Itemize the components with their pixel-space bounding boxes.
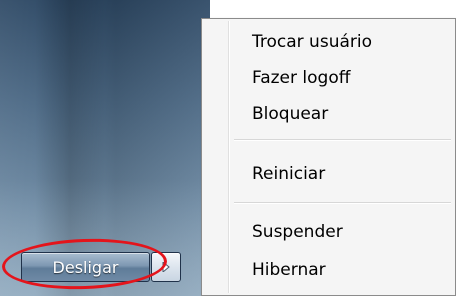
menu-item-log-off[interactable]: Fazer logoff: [230, 61, 451, 95]
shutdown-context-menu: Trocar usuário Fazer logoff Bloquear Rei…: [201, 18, 456, 296]
menu-item-label: Bloquear: [252, 104, 329, 124]
menu-separator: [234, 202, 451, 204]
menu-item-label: Trocar usuário: [252, 32, 372, 52]
menu-item-label: Hibernar: [252, 260, 326, 280]
menu-item-lock[interactable]: Bloquear: [230, 97, 451, 131]
menu-item-hibernate[interactable]: Hibernar: [230, 253, 451, 287]
menu-item-label: Fazer logoff: [252, 68, 351, 88]
menu-item-restart[interactable]: Reiniciar: [230, 157, 451, 191]
menu-item-label: Suspender: [252, 222, 343, 242]
menu-item-switch-user[interactable]: Trocar usuário: [230, 25, 451, 59]
menu-separator: [234, 139, 451, 141]
menu-item-sleep[interactable]: Suspender: [230, 215, 451, 249]
menu-item-label: Reiniciar: [252, 164, 326, 184]
